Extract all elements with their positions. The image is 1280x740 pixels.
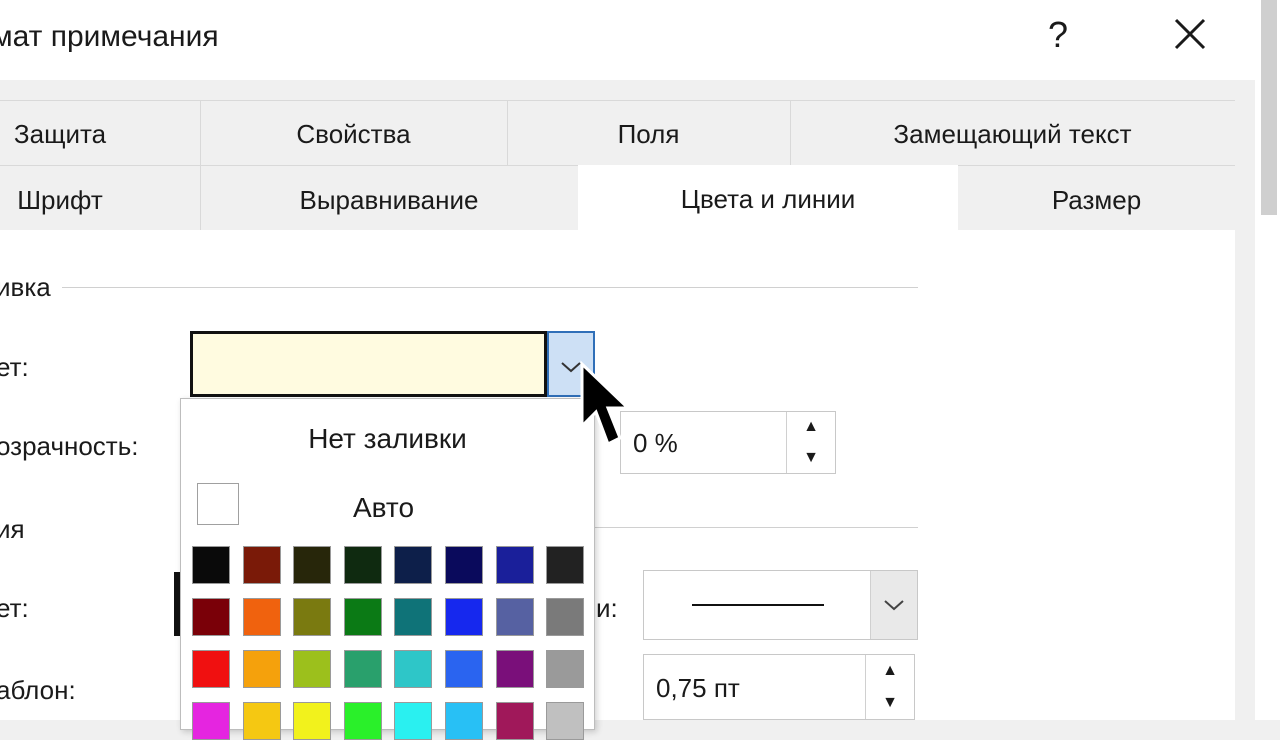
- line-style-dropdown-button[interactable]: [870, 571, 917, 639]
- scrollbar-thumb[interactable]: [1261, 0, 1277, 215]
- tab-properties[interactable]: Свойства: [200, 104, 507, 164]
- color-swatch[interactable]: [192, 650, 230, 688]
- tab-font[interactable]: Шрифт: [0, 170, 140, 230]
- color-swatch[interactable]: [546, 702, 585, 740]
- color-swatch[interactable]: [343, 598, 382, 636]
- color-swatch[interactable]: [495, 598, 534, 636]
- line-style-preview: [692, 604, 824, 606]
- color-swatch[interactable]: [293, 546, 332, 584]
- color-swatch[interactable]: [495, 650, 534, 688]
- color-picker-popup: Нет заливки Авто: [180, 398, 595, 740]
- color-swatch[interactable]: [242, 650, 281, 688]
- color-swatch[interactable]: [394, 702, 433, 740]
- close-icon: [1174, 18, 1206, 50]
- auto-color-swatch[interactable]: [197, 483, 239, 525]
- color-swatch[interactable]: [546, 546, 585, 584]
- color-swatch[interactable]: [495, 546, 534, 584]
- tab-alt-text[interactable]: Замещающий текст: [790, 104, 1235, 164]
- scrollbar[interactable]: [1255, 0, 1280, 720]
- transparency-spinner[interactable]: 0 % ▲ ▼: [620, 411, 836, 474]
- color-swatch[interactable]: [242, 546, 281, 584]
- spin-down-icon[interactable]: ▼: [787, 443, 835, 474]
- line-group-label: ия: [0, 514, 25, 544]
- line-group-line: [595, 527, 918, 528]
- color-swatch[interactable]: [343, 546, 382, 584]
- color-swatch[interactable]: [293, 598, 332, 636]
- color-swatch[interactable]: [343, 650, 382, 688]
- spin-down-icon[interactable]: ▼: [866, 687, 914, 719]
- auto-color-option[interactable]: Авто: [353, 492, 414, 524]
- line-weight-value: 0,75 пт: [656, 673, 740, 703]
- tab-size[interactable]: Размер: [958, 170, 1235, 230]
- spin-up-icon[interactable]: ▲: [866, 655, 914, 687]
- close-button[interactable]: [1170, 14, 1210, 54]
- color-swatch[interactable]: [445, 702, 483, 740]
- fill-color-label: ет:: [0, 352, 29, 382]
- line-style-combo[interactable]: [643, 570, 918, 640]
- color-swatch[interactable]: [242, 598, 281, 636]
- color-swatch[interactable]: [495, 702, 534, 740]
- dialog-title: мат примечания: [0, 20, 219, 53]
- color-swatch[interactable]: [293, 650, 332, 688]
- color-swatch[interactable]: [192, 546, 230, 584]
- fill-group-label: ивка: [0, 272, 51, 302]
- color-swatch[interactable]: [394, 546, 433, 584]
- color-swatch[interactable]: [394, 598, 433, 636]
- color-swatch[interactable]: [192, 702, 230, 740]
- tab-protection[interactable]: Защита: [0, 104, 140, 164]
- color-swatch[interactable]: [394, 650, 433, 688]
- transparency-spin-buttons[interactable]: ▲ ▼: [786, 412, 835, 473]
- color-swatch[interactable]: [242, 702, 281, 740]
- color-swatch[interactable]: [343, 702, 382, 740]
- color-swatch[interactable]: [445, 546, 483, 584]
- tab-colors-lines-label: Цвета и линии: [680, 183, 856, 214]
- color-swatch[interactable]: [192, 598, 230, 636]
- line-type-label: и:: [596, 593, 618, 623]
- tab-alignment[interactable]: Выравнивание: [200, 170, 578, 230]
- fill-color-field[interactable]: [190, 331, 547, 397]
- line-color-label: ет:: [0, 593, 29, 623]
- line-weight-spinner[interactable]: 0,75 пт ▲ ▼: [643, 654, 915, 720]
- chevron-down-icon: [884, 600, 904, 611]
- tab-margins[interactable]: Поля: [507, 104, 790, 164]
- transparency-label: озрачность:: [0, 431, 139, 461]
- mouse-cursor-icon: [578, 360, 632, 455]
- tab-row-border-top: [0, 100, 1235, 101]
- color-swatch[interactable]: [293, 702, 332, 740]
- color-swatch[interactable]: [445, 598, 483, 636]
- help-button[interactable]: ?: [1048, 14, 1068, 56]
- line-pattern-label: аблон:: [0, 675, 76, 705]
- fill-group-line: [62, 287, 918, 288]
- spin-up-icon[interactable]: ▲: [787, 412, 835, 443]
- color-swatch[interactable]: [546, 598, 585, 636]
- line-weight-spin-buttons[interactable]: ▲ ▼: [865, 655, 914, 719]
- no-fill-option[interactable]: Нет заливки: [181, 423, 594, 455]
- color-swatch[interactable]: [445, 650, 483, 688]
- transparency-value: 0 %: [633, 428, 678, 458]
- color-swatch[interactable]: [546, 650, 585, 688]
